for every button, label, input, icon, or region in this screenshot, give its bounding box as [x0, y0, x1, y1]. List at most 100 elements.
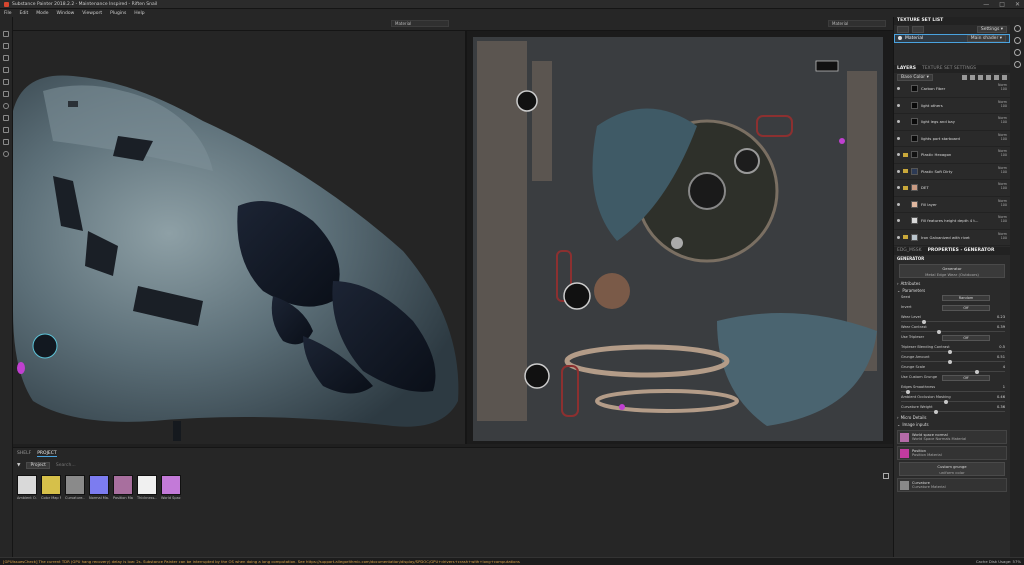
tab-edge-mask[interactable]: EDG_MSSK — [897, 247, 922, 255]
viewport-2d[interactable] — [467, 31, 893, 444]
seed-random-button[interactable]: Random — [942, 295, 990, 301]
menu-plugins[interactable]: Plugins — [110, 11, 126, 16]
shader-select[interactable]: Main shader ▾ — [966, 35, 1006, 42]
shelf-item[interactable]: Position Ma... — [113, 475, 133, 500]
minimize-button[interactable]: — — [983, 1, 989, 8]
add-mask-icon[interactable] — [970, 75, 975, 80]
layer-blend[interactable]: Norm 100 — [998, 83, 1007, 91]
color-picker-icon[interactable] — [3, 103, 9, 109]
slider-handle[interactable] — [975, 369, 980, 374]
folder-icon[interactable] — [903, 152, 908, 157]
parameter-value[interactable]: 0.36 — [997, 405, 1005, 409]
tab-texture-set-settings[interactable]: TEXTURE SET SETTINGS — [922, 65, 976, 73]
add-effect-icon[interactable] — [962, 75, 967, 80]
folder-icon[interactable] — [903, 169, 908, 174]
texture-set-row[interactable]: Material Main shader ▾ — [894, 34, 1010, 43]
layer-row[interactable]: Plastic Hexagon Norm 100 — [894, 147, 1010, 164]
channel-select[interactable]: Base Color ▾ — [897, 74, 933, 81]
image-input-slot[interactable]: World space normal World Space Normals Ma… — [897, 430, 1007, 444]
filter-icon[interactable]: ▼ — [17, 463, 20, 468]
layers-icon[interactable] — [1013, 37, 1021, 44]
transform-icon[interactable] — [3, 127, 9, 133]
layer-row[interactable]: light others Norm 100 — [894, 98, 1010, 114]
layer-row[interactable]: Fill layer Norm 100 — [894, 197, 1010, 213]
shelf-item[interactable]: Color Map F... — [41, 475, 61, 500]
layer-blend[interactable]: Norm 100 — [998, 116, 1007, 124]
parameter-value[interactable]: 0.46 — [997, 395, 1005, 399]
slider-track[interactable] — [901, 351, 1005, 352]
layer-row[interactable]: light legs and bay Norm 100 — [894, 114, 1010, 131]
visibility-icon[interactable] — [897, 235, 900, 239]
layer-blend[interactable]: Norm 100 — [998, 199, 1007, 207]
close-button[interactable]: ✕ — [1015, 1, 1020, 8]
layer-blend[interactable]: Norm 100 — [998, 232, 1007, 240]
slider-handle[interactable] — [947, 349, 952, 354]
micro-details-section[interactable]: › Micro Details — [894, 414, 1010, 421]
menu-help[interactable]: Help — [134, 11, 144, 16]
parameter-value[interactable]: 0.39 — [997, 325, 1005, 329]
image-input-slot[interactable]: Position Position Material — [897, 446, 1007, 460]
attributes-section[interactable]: › Attributes — [894, 280, 1010, 287]
parameter-value[interactable]: 1 — [1003, 385, 1005, 389]
shelf-item[interactable]: Curvature... — [65, 475, 85, 500]
slider-handle[interactable] — [937, 329, 942, 334]
layer-row[interactable]: DET Norm 100 — [894, 180, 1010, 197]
slider-handle[interactable] — [943, 399, 948, 404]
tab-properties-generator[interactable]: PROPERTIES - GENERATOR — [928, 247, 995, 255]
visibility-icon[interactable] — [897, 153, 900, 157]
menu-window[interactable]: Window — [57, 11, 75, 16]
menu-file[interactable]: File — [4, 11, 12, 16]
visibility-icon[interactable] — [897, 202, 900, 206]
polygon-fill-icon[interactable] — [3, 115, 9, 121]
layer-blend[interactable]: Norm 100 — [998, 100, 1007, 108]
layer-blend[interactable]: Norm 100 — [998, 166, 1007, 174]
tsl-mode-button[interactable] — [897, 26, 909, 33]
menu-mode[interactable]: Mode — [36, 11, 48, 16]
add-folder-icon[interactable] — [994, 75, 999, 80]
generator-select[interactable]: Generator Metal Edge Wear (Outdoors) — [899, 264, 1005, 278]
visibility-icon[interactable] — [897, 219, 900, 223]
shelf-icon[interactable] — [3, 139, 9, 145]
slider-track[interactable] — [901, 321, 1005, 322]
geometry-fill-icon[interactable] — [3, 67, 9, 73]
layer-blend[interactable]: Norm 100 — [998, 182, 1007, 190]
parameter-value[interactable]: 0.5 — [999, 345, 1005, 349]
visibility-icon[interactable] — [897, 120, 900, 124]
menu-viewport[interactable]: Viewport — [82, 11, 102, 16]
left-viewport-material-select[interactable]: Material — [391, 20, 449, 27]
slider-track[interactable] — [901, 391, 1005, 392]
add-layer-icon[interactable] — [986, 75, 991, 80]
tab-layers[interactable]: LAYERS — [897, 65, 916, 73]
texture-set-list-icon[interactable] — [1013, 25, 1021, 32]
add-fill-layer-icon[interactable] — [978, 75, 983, 80]
shelf-item[interactable]: World Spac... — [161, 475, 181, 500]
projection-icon[interactable] — [3, 55, 9, 61]
layer-blend[interactable]: Norm 100 — [998, 133, 1007, 141]
parameter-value[interactable]: 0.51 — [997, 355, 1005, 359]
viewport-3d[interactable] — [13, 31, 465, 444]
tab-shelf[interactable]: SHELF — [17, 451, 31, 457]
invert-toggle[interactable]: Off — [942, 305, 990, 311]
menu-edit[interactable]: Edit — [20, 11, 29, 16]
parameter-value[interactable]: 4 — [1003, 365, 1005, 369]
slider-track[interactable] — [901, 411, 1005, 412]
slider-handle[interactable] — [922, 319, 927, 324]
eraser-icon[interactable] — [3, 43, 9, 49]
display-settings-icon[interactable] — [1013, 61, 1021, 68]
layer-row[interactable]: Fill features height depth 4 t... Norm 100 — [894, 213, 1010, 230]
paint-brush-icon[interactable] — [3, 31, 9, 37]
tsl-mode-button-2[interactable] — [912, 26, 924, 33]
smudge-icon[interactable] — [3, 79, 9, 85]
visibility-icon[interactable] — [897, 87, 900, 91]
layer-blend[interactable]: Norm 100 — [998, 149, 1007, 157]
curvature-input[interactable]: Curvature Curvature Material — [897, 478, 1007, 492]
layer-row[interactable]: lights port starboard Norm 100 — [894, 131, 1010, 147]
properties-icon[interactable] — [1013, 49, 1021, 56]
shelf-item[interactable]: Normal Ma... — [89, 475, 109, 500]
visibility-icon[interactable] — [898, 36, 902, 40]
slider-track[interactable] — [901, 361, 1005, 362]
layer-row[interactable]: Plastic Soft Dirty Norm 100 — [894, 164, 1010, 180]
shelf-item[interactable]: Thickness... — [137, 475, 157, 500]
maximize-button[interactable]: □ — [999, 1, 1005, 8]
parameters-section[interactable]: ⌄ Parameters — [894, 287, 1010, 294]
